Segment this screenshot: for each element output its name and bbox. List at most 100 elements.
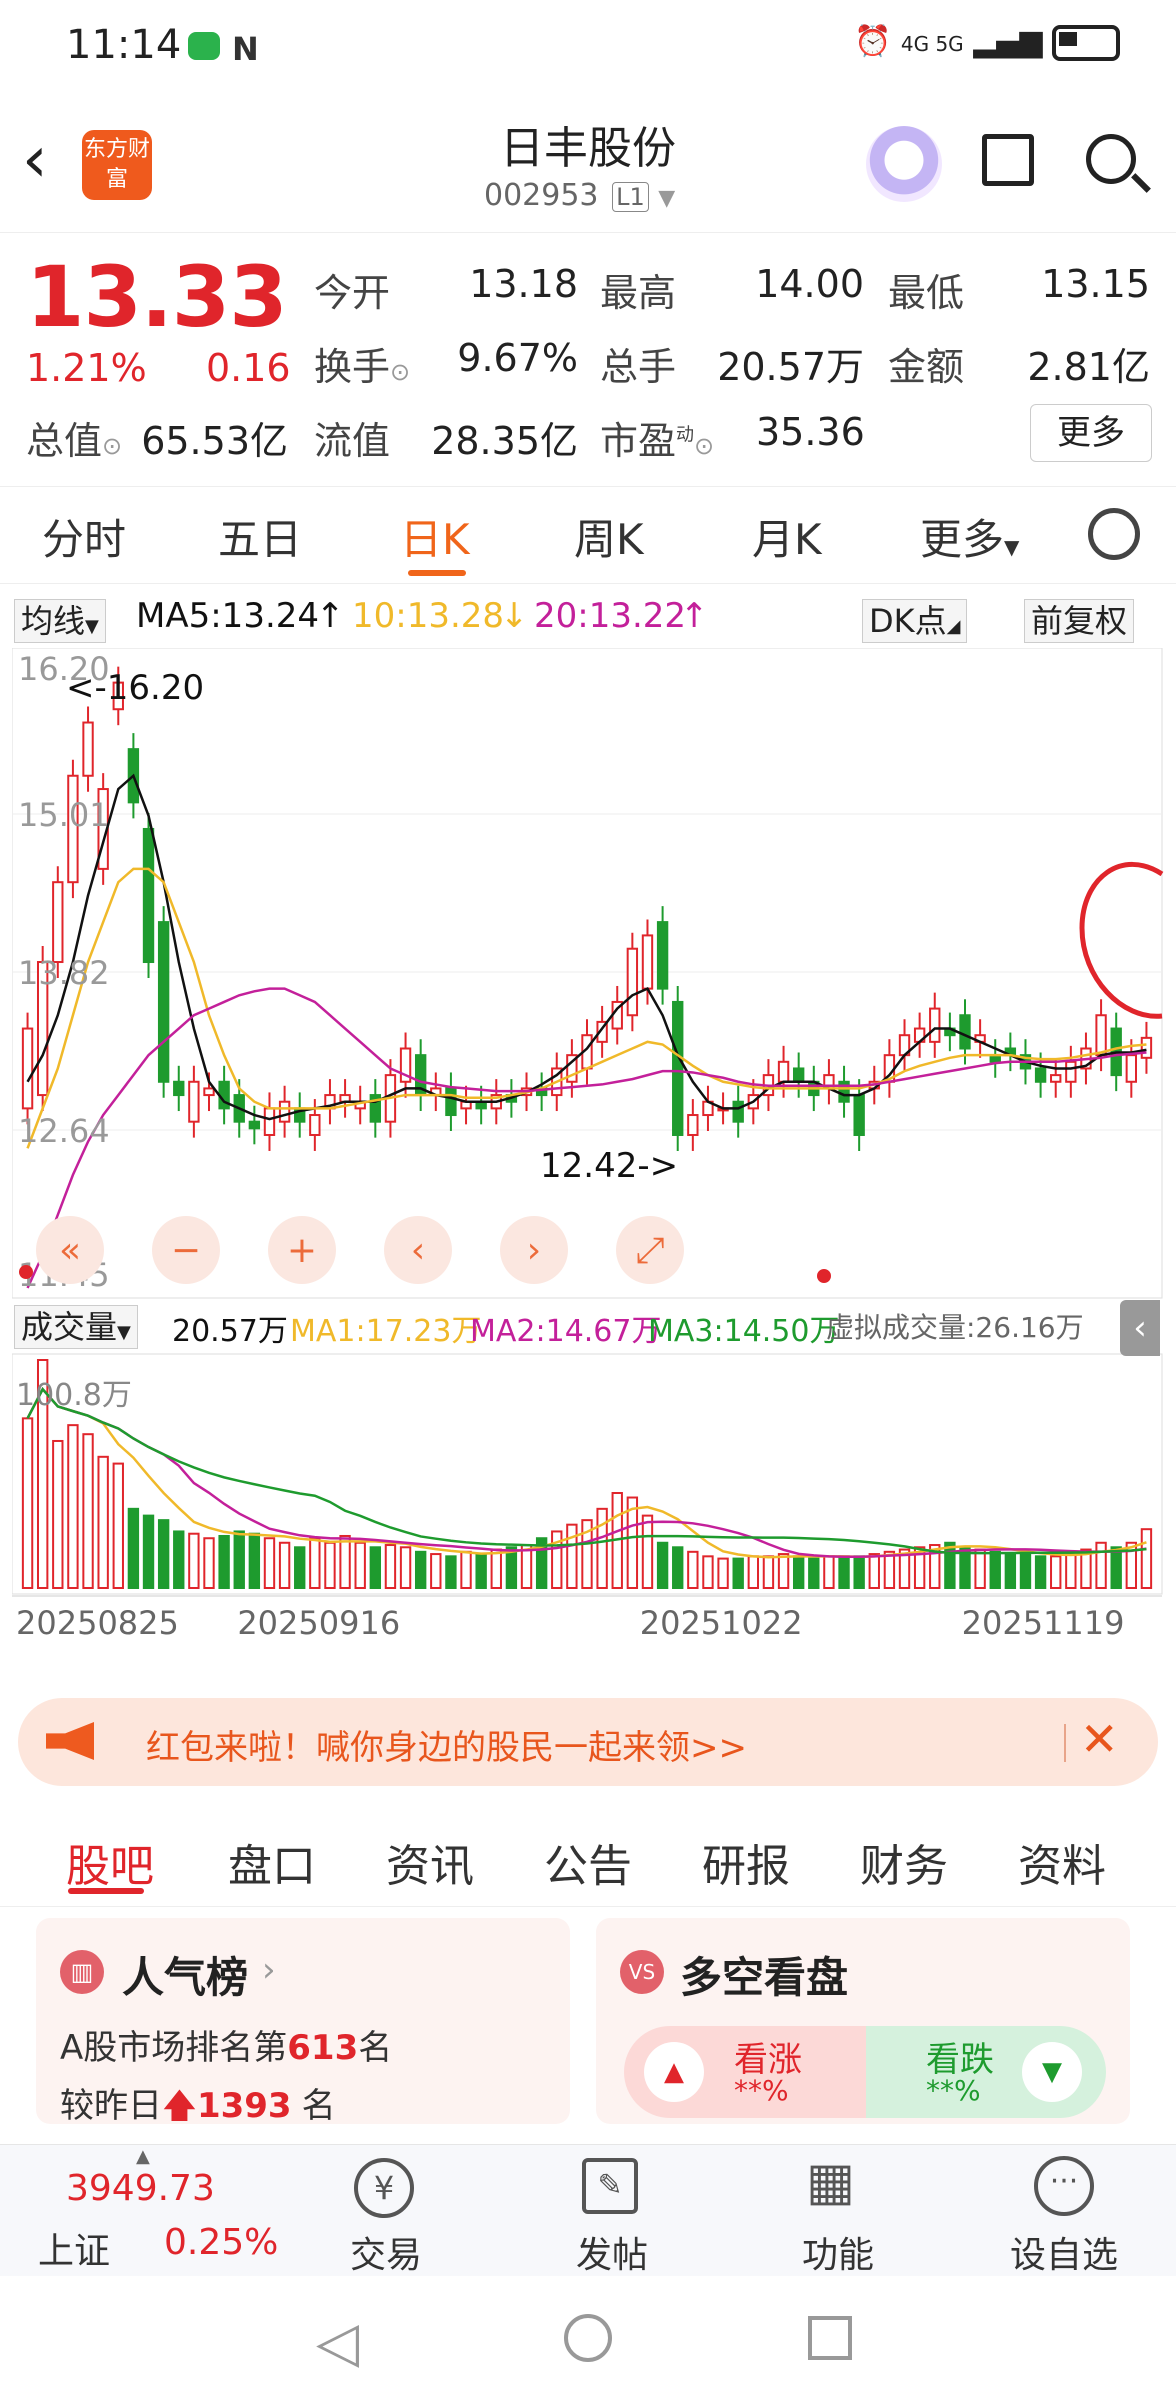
- pe-label-text: 市盈: [600, 419, 677, 463]
- rank-value: 613: [287, 2028, 359, 2068]
- candle-body: [21, 1027, 34, 1110]
- tab-five-day[interactable]: 五日: [218, 506, 302, 567]
- volume-bar: [566, 1523, 578, 1590]
- wechat-icon: [188, 32, 220, 60]
- delta-prefix: 较昨日: [60, 2086, 162, 2126]
- tab-intraday[interactable]: 分时: [42, 506, 126, 567]
- triangle-up-icon: ▲: [644, 2042, 704, 2102]
- rank-prefix: A股市场排名第: [60, 2028, 288, 2068]
- grid-icon[interactable]: ▦: [806, 2156, 855, 2208]
- volume-bar: [672, 1546, 684, 1589]
- volume-bar: [838, 1555, 850, 1589]
- marker-dot: [19, 1265, 33, 1279]
- candle-body: [248, 1120, 261, 1130]
- more-quote-button[interactable]: 更多: [1030, 404, 1152, 462]
- candle-body: [641, 934, 654, 990]
- volume-bar: [853, 1555, 865, 1589]
- promo-divider: [1064, 1724, 1066, 1762]
- tab-finance[interactable]: 财务: [860, 1830, 948, 1894]
- volume-bar: [157, 1519, 170, 1590]
- nav-post[interactable]: 发帖: [576, 2226, 648, 2278]
- price-pane: [12, 648, 1163, 1299]
- volume-bar: [490, 1548, 502, 1589]
- tab-daily-k[interactable]: 日K: [400, 506, 470, 567]
- popularity-title: 人气榜: [122, 1953, 249, 2002]
- volume-bar: [505, 1546, 518, 1589]
- index-pct[interactable]: 0.25%: [164, 2222, 278, 2263]
- candle-body: [52, 881, 64, 964]
- share-icon[interactable]: [982, 134, 1034, 186]
- volume-bar: [475, 1553, 487, 1589]
- volume-bar: [354, 1541, 366, 1589]
- assistant-robot-icon[interactable]: [866, 126, 942, 202]
- tab-profile[interactable]: 资料: [1018, 1830, 1106, 1894]
- dk-point-selector[interactable]: DK点◢: [862, 596, 968, 643]
- volume-bar: [430, 1553, 442, 1589]
- change-value: 0.16: [206, 346, 291, 390]
- volume-bar: [1065, 1553, 1077, 1589]
- system-back-icon[interactable]: ◁: [316, 2310, 359, 2375]
- volume-bar: [203, 1537, 215, 1590]
- stock-code[interactable]: 002953 L1 ▼: [484, 178, 675, 213]
- tab-announcements[interactable]: 公告: [544, 1830, 632, 1894]
- volume-bar: [173, 1530, 185, 1590]
- volume-bar: [67, 1424, 79, 1590]
- price-tick-label: 12.64: [18, 1112, 110, 1150]
- volume-bar: [702, 1555, 714, 1589]
- volume-selector[interactable]: 成交量▼: [14, 1302, 138, 1349]
- adjust-selector[interactable]: 前复权: [1024, 596, 1135, 643]
- index-value[interactable]: 3949.73: [66, 2168, 215, 2209]
- candle-body: [263, 1107, 276, 1136]
- low-annotation: 12.42->: [540, 1146, 679, 1186]
- system-home-icon[interactable]: [564, 2314, 612, 2362]
- tab-more[interactable]: 更多▼: [920, 506, 1019, 567]
- status-time: 11:14: [66, 22, 182, 68]
- volume-bar: [792, 1555, 805, 1589]
- nav-watchlist[interactable]: 设自选: [1010, 2226, 1118, 2278]
- edit-icon[interactable]: ✎: [582, 2158, 638, 2214]
- fullscreen-icon-glyph: ⤢: [636, 1230, 665, 1271]
- system-recents-icon[interactable]: [808, 2316, 852, 2360]
- volume-bar: [717, 1557, 729, 1589]
- tab-monthly-k[interactable]: 月K: [752, 506, 822, 567]
- collapse-panel-icon[interactable]: ‹: [1120, 1300, 1160, 1356]
- nav-trade[interactable]: 交易: [350, 2226, 422, 2278]
- candle-body: [656, 921, 669, 990]
- more-dots-icon[interactable]: ···: [1034, 2156, 1094, 2216]
- arrow-up-icon: ↑: [680, 596, 709, 636]
- tab-forum[interactable]: 股吧: [66, 1830, 154, 1894]
- arrow-up-icon: ↑: [316, 596, 345, 636]
- volume-bar: [1110, 1546, 1122, 1589]
- volume-bar: [399, 1546, 412, 1589]
- delta-suffix: 名: [301, 2086, 336, 2126]
- rewind-icon-glyph: «: [59, 1230, 81, 1271]
- ma5-label: MA5:13.24: [136, 596, 320, 636]
- tab-research[interactable]: 研报: [702, 1830, 790, 1894]
- candle-body: [1095, 1014, 1107, 1057]
- battery-icon: [1052, 24, 1120, 61]
- arrow-up-icon: 🡅: [162, 2086, 197, 2126]
- volume-bar: [188, 1532, 200, 1590]
- search-icon[interactable]: [1086, 134, 1136, 184]
- candle-body: [82, 721, 94, 777]
- trade-icon[interactable]: ¥: [354, 2158, 414, 2218]
- volume-bar: [369, 1546, 382, 1589]
- tab-weekly-k[interactable]: 周K: [574, 506, 644, 567]
- ma-selector[interactable]: 均线▼: [14, 596, 106, 643]
- volume-bar: [142, 1514, 155, 1589]
- volume-bar: [868, 1553, 880, 1589]
- tab-order-book[interactable]: 盘口: [228, 1830, 316, 1894]
- volume-bar: [1004, 1553, 1017, 1589]
- volume-select-box: 成交量▼: [14, 1305, 138, 1349]
- gear-icon[interactable]: [1088, 508, 1140, 560]
- tab-news[interactable]: 资讯: [386, 1830, 474, 1894]
- index-name[interactable]: 上证: [38, 2222, 110, 2274]
- ma-select-label: 均线: [21, 602, 86, 640]
- promo-text[interactable]: 红包来啦！喊你身边的股民一起来领>>: [146, 1720, 747, 1769]
- vol-ma3-label: MA3:14.50万: [648, 1314, 840, 1349]
- close-icon[interactable]: ✕: [1080, 1712, 1119, 1766]
- date-axis: 20250825 20250916 20251022 20251119: [12, 1595, 1162, 1642]
- rank-suffix: 名: [358, 2028, 393, 2068]
- nav-features[interactable]: 功能: [802, 2226, 874, 2278]
- open-value: 13.18: [469, 262, 578, 306]
